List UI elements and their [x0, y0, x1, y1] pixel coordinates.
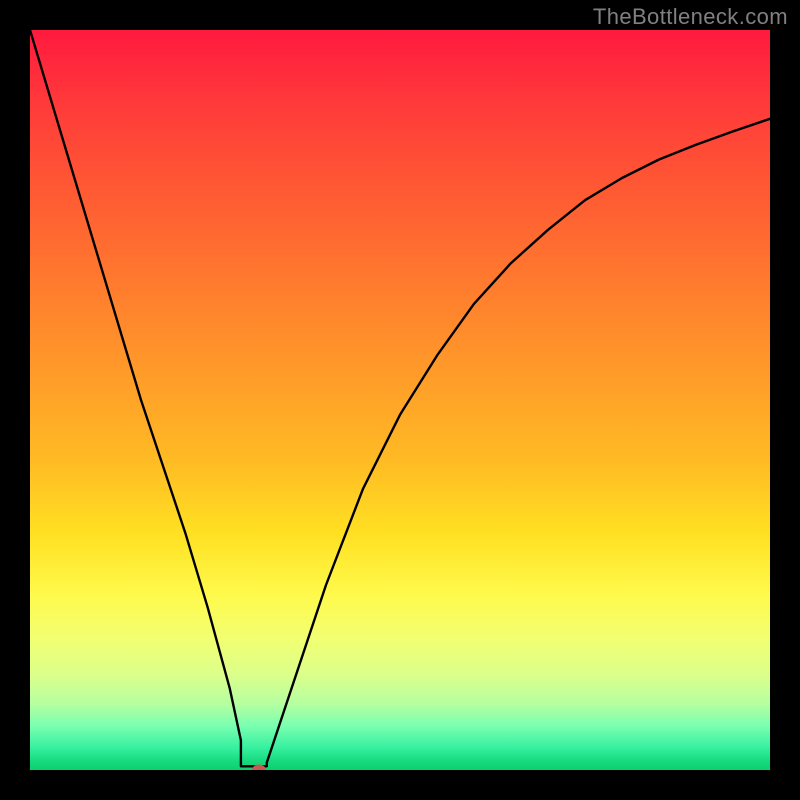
watermark-text: TheBottleneck.com	[593, 4, 788, 30]
bottleneck-curve	[30, 30, 770, 770]
minimum-marker	[252, 765, 266, 771]
chart-root: TheBottleneck.com	[0, 0, 800, 800]
plot-area	[30, 30, 770, 770]
